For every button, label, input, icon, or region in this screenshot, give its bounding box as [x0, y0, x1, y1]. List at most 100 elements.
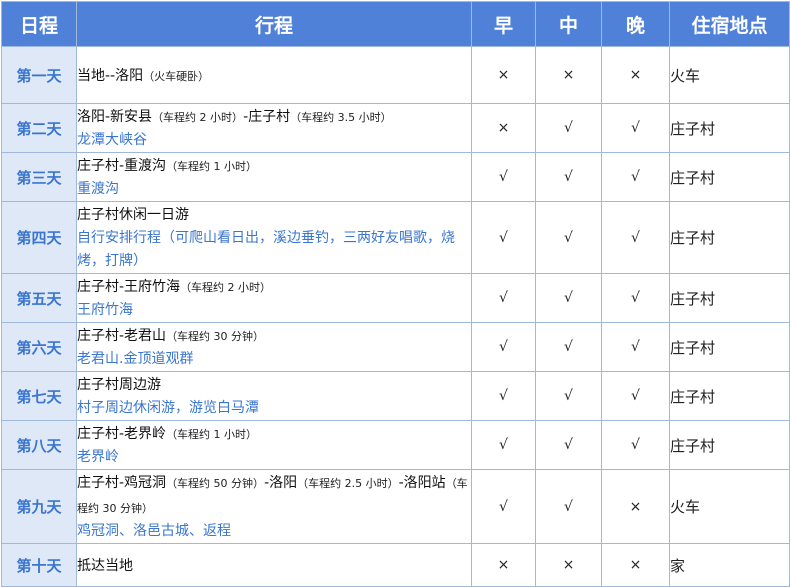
stay-location: 庄子村: [669, 103, 790, 153]
breakfast-mark: ×: [471, 103, 536, 153]
breakfast-mark: √: [471, 420, 536, 470]
route-line: 庄子村周边游: [77, 372, 471, 397]
stay-location: 火车: [669, 46, 790, 104]
route-cell: 洛阳-新安县（车程约 2 小时）-庄子村（车程约 3.5 小时） 龙潭大峡谷: [76, 103, 472, 153]
lunch-mark: √: [535, 201, 602, 274]
dinner-mark: ×: [601, 469, 670, 544]
dinner-mark: √: [601, 103, 670, 153]
route-scenic-spots: 老君山.金顶道观群: [77, 351, 194, 367]
dinner-mark: √: [601, 273, 670, 323]
header-breakfast: 早: [471, 1, 536, 47]
table-row: 第六天 庄子村-老君山（车程约 30 分钟） 老君山.金顶道观群 √ √ √ 庄子村: [1, 322, 790, 372]
route-cell: 庄子村周边游村子周边休闲游，游览白马潭: [76, 371, 472, 421]
dinner-mark: √: [601, 371, 670, 421]
lunch-mark: √: [535, 152, 602, 202]
route-text: 洛阳-新安县: [77, 109, 153, 125]
route-line: 庄子村-王府竹海（车程约 2 小时）: [77, 274, 471, 299]
route-text: 庄子村-重渡沟: [77, 158, 167, 174]
route-duration-note: （车程约 1 小时）: [166, 428, 258, 441]
dinner-mark: √: [601, 152, 670, 202]
route-duration-note: （车程约 1 小时）: [166, 160, 258, 173]
itinerary-body: 第一天 当地--洛阳（火车硬卧） × × × 火车 第二天 洛阳-新安县（车程约 2 小时）-…: [1, 46, 790, 587]
route-line: 庄子村-老界岭（车程约 1 小时）: [77, 421, 471, 446]
day-label: 第二天: [1, 103, 77, 153]
dinner-mark: ×: [601, 543, 670, 587]
route-text: 抵达当地: [77, 557, 133, 574]
route-scenic-spots: 老界岭: [77, 449, 119, 465]
day-label: 第八天: [1, 420, 77, 470]
stay-location: 庄子村: [669, 273, 790, 323]
route-cell: 庄子村-鸡冠洞（车程约 50 分钟）-洛阳（车程约 2.5 小时）-洛阳站（车程…: [76, 469, 472, 544]
route-line: 庄子村休闲一日游: [77, 202, 471, 227]
breakfast-mark: ×: [471, 46, 536, 104]
day-label: 第六天: [1, 322, 77, 372]
itinerary-table: 日程 行程 早 中 晚 住宿地点 第一天 当地--洛阳（火车硬卧） × × × 火车 第二天…: [1, 1, 790, 587]
route-text: 庄子村周边游: [77, 377, 161, 393]
breakfast-mark: ×: [471, 543, 536, 587]
table-row: 第二天 洛阳-新安县（车程约 2 小时）-庄子村（车程约 3.5 小时） 龙潭大峡谷…: [1, 103, 790, 153]
breakfast-mark: √: [471, 273, 536, 323]
route-duration-note: （车程约 50 分钟）: [166, 477, 265, 490]
lunch-mark: √: [535, 273, 602, 323]
stay-location: 火车: [669, 469, 790, 544]
header-route: 行程: [76, 1, 472, 47]
table-row: 第一天 当地--洛阳（火车硬卧） × × × 火车: [1, 46, 790, 104]
stay-location: 庄子村: [669, 420, 790, 470]
stay-location: 庄子村: [669, 201, 790, 274]
day-label: 第四天: [1, 201, 77, 274]
route-duration-note: （火车硬卧）: [143, 69, 210, 83]
lunch-mark: √: [535, 371, 602, 421]
lunch-mark: √: [535, 469, 602, 544]
route-duration-note: （车程约 30 分钟）: [166, 330, 265, 343]
route-cell: 庄子村-重渡沟（车程约 1 小时） 重渡沟: [76, 152, 472, 202]
route-cell: 庄子村-老君山（车程约 30 分钟） 老君山.金顶道观群: [76, 322, 472, 372]
route-scenic-spots: 村子周边休闲游，游览白马潭: [77, 400, 259, 416]
stay-location: 庄子村: [669, 322, 790, 372]
breakfast-mark: √: [471, 152, 536, 202]
header-stay: 住宿地点: [669, 1, 790, 47]
breakfast-mark: √: [471, 469, 536, 544]
breakfast-mark: √: [471, 322, 536, 372]
header-day: 日程: [1, 1, 77, 47]
route-cell: 当地--洛阳（火车硬卧）: [76, 46, 472, 104]
route-text: 庄子村-老君山: [77, 328, 167, 344]
lunch-mark: ×: [535, 46, 602, 104]
lunch-mark: √: [535, 420, 602, 470]
header-dinner: 晚: [601, 1, 670, 47]
day-label: 第七天: [1, 371, 77, 421]
route-text: -洛阳站: [398, 475, 446, 491]
dinner-mark: ×: [601, 46, 670, 104]
header-row: 日程 行程 早 中 晚 住宿地点: [1, 1, 790, 47]
route-cell: 庄子村-老界岭（车程约 1 小时） 老界岭: [76, 420, 472, 470]
route-line: 当地--洛阳（火车硬卧）: [77, 63, 471, 88]
dinner-mark: √: [601, 201, 670, 274]
route-scenic-spots: 龙潭大峡谷: [77, 132, 147, 148]
route-text: 庄子村-老界岭: [77, 426, 167, 442]
route-scenic-spots: 重渡沟: [77, 181, 119, 197]
route-scenic-spots: 自行安排行程（可爬山看日出，溪边垂钓，三两好友唱歌，烧烤，打牌）: [77, 230, 455, 269]
dinner-mark: √: [601, 420, 670, 470]
route-scenic-spots: 王府竹海: [77, 302, 133, 318]
route-line: 庄子村-老君山（车程约 30 分钟）: [77, 323, 471, 348]
breakfast-mark: √: [471, 371, 536, 421]
lunch-mark: √: [535, 103, 602, 153]
table-row: 第四天 庄子村休闲一日游自行安排行程（可爬山看日出，溪边垂钓，三两好友唱歌，烧烤，…: [1, 201, 790, 274]
stay-location: 庄子村: [669, 371, 790, 421]
route-line: 抵达当地: [77, 553, 471, 578]
lunch-mark: ×: [535, 543, 602, 587]
route-cell: 庄子村休闲一日游自行安排行程（可爬山看日出，溪边垂钓，三两好友唱歌，烧烤，打牌）: [76, 201, 472, 274]
table-row: 第三天 庄子村-重渡沟（车程约 1 小时） 重渡沟 √ √ √ 庄子村: [1, 152, 790, 202]
day-label: 第三天: [1, 152, 77, 202]
route-text: 庄子村-王府竹海: [77, 279, 181, 295]
breakfast-mark: √: [471, 201, 536, 274]
table-row: 第十天 抵达当地 × × × 家: [1, 543, 790, 587]
route-text: 当地--洛阳: [77, 67, 144, 84]
route-duration-note: （车程约 3.5 小时）: [290, 111, 392, 124]
stay-location: 庄子村: [669, 152, 790, 202]
route-line: 庄子村-重渡沟（车程约 1 小时）: [77, 153, 471, 178]
table-row: 第九天 庄子村-鸡冠洞（车程约 50 分钟）-洛阳（车程约 2.5 小时）-洛阳站…: [1, 469, 790, 544]
route-text: -庄子村: [243, 109, 291, 125]
route-line: 庄子村-鸡冠洞（车程约 50 分钟）-洛阳（车程约 2.5 小时）-洛阳站（车程…: [77, 470, 471, 520]
route-text: 庄子村休闲一日游: [77, 207, 189, 223]
stay-location: 家: [669, 543, 790, 587]
